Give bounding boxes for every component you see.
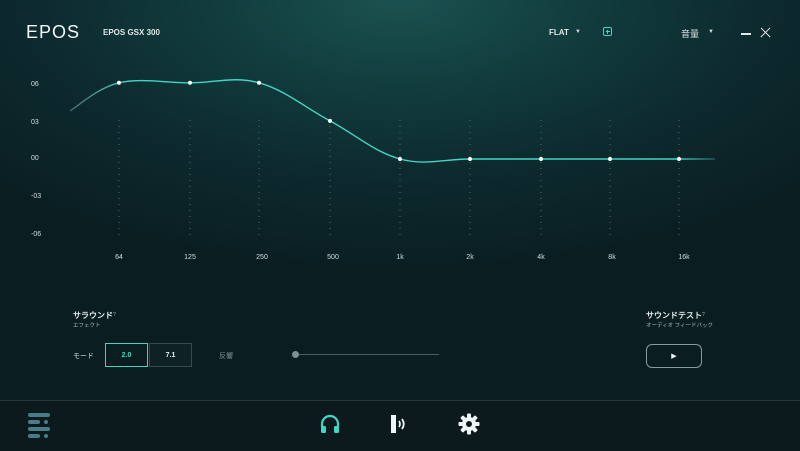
band-label: 8k: [608, 254, 616, 261]
eq-band-handle[interactable]: [188, 80, 192, 85]
sound-test-title: サウンドテスト: [646, 311, 702, 320]
menu-icon[interactable]: [27, 411, 52, 439]
eq-band-handle[interactable]: [468, 157, 472, 161]
eq-band-handle[interactable]: [398, 157, 402, 161]
eq-curve: [69, 79, 715, 163]
surround-title: サラウンド: [73, 311, 113, 320]
band-label: 2k: [466, 254, 474, 261]
band-label: 125: [184, 254, 196, 261]
mode-label: モード: [73, 353, 94, 360]
eq-band-handle[interactable]: [677, 157, 681, 161]
band-label: 500: [327, 254, 339, 261]
band-label: 1k: [396, 254, 404, 261]
eq-band-handle[interactable]: [539, 157, 543, 161]
gear-icon[interactable]: [457, 412, 481, 436]
mode-7-1-button[interactable]: 7.1: [149, 343, 192, 367]
eq-band-handle[interactable]: [608, 157, 612, 161]
band-label: 64: [115, 254, 123, 261]
sound-test-help-icon[interactable]: ?: [702, 312, 705, 318]
sound-test-subtitle: オーディオ フィードバック: [646, 323, 714, 329]
band-label: 4k: [537, 254, 545, 261]
band-label: 250: [256, 254, 268, 261]
surround-help-icon[interactable]: ?: [113, 312, 116, 318]
eq-band-handle[interactable]: [117, 80, 121, 85]
headphones-icon[interactable]: [318, 412, 342, 436]
eq-band-handle[interactable]: [328, 118, 332, 123]
play-icon: ▶: [671, 353, 677, 360]
microphone-icon[interactable]: [387, 412, 411, 436]
mode-2-0-button[interactable]: 2.0: [105, 343, 148, 367]
reverb-slider-track[interactable]: [296, 354, 439, 355]
surround-subtitle: エフェクト: [73, 323, 101, 329]
play-button[interactable]: ▶: [646, 344, 702, 368]
reverb-label: 反響: [219, 353, 233, 360]
reverb-slider-handle[interactable]: [292, 351, 299, 358]
eq-band-handle[interactable]: [257, 80, 261, 85]
band-label: 16k: [678, 254, 690, 261]
